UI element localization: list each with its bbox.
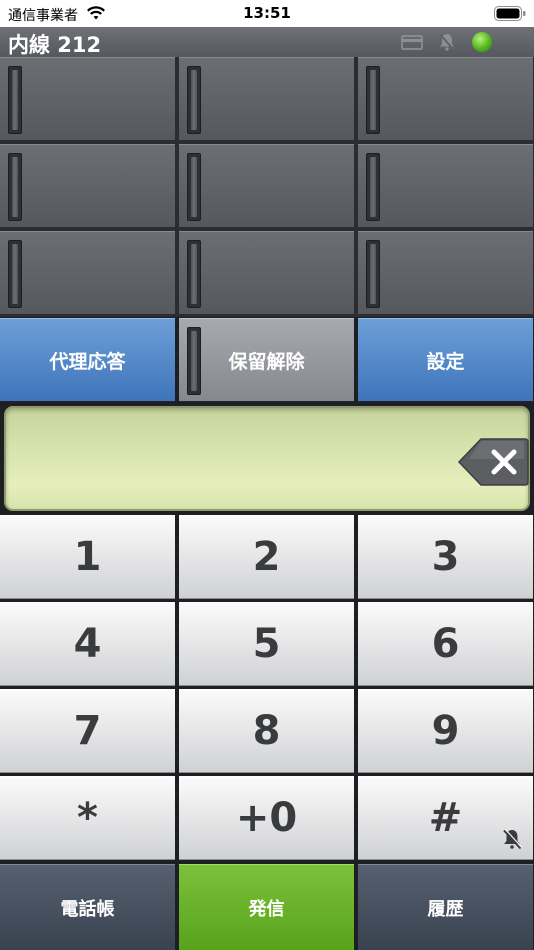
line-key-4[interactable] [0, 144, 175, 228]
key-6[interactable]: 6 [358, 602, 533, 686]
line-lamp [187, 66, 201, 134]
key-0[interactable]: +0 [179, 776, 354, 860]
key-2[interactable]: 2 [179, 515, 354, 599]
key-hash-label: # [428, 795, 463, 841]
line-lamp [366, 240, 380, 308]
history-button[interactable]: 履歴 [358, 864, 533, 950]
key-5[interactable]: 5 [179, 602, 354, 686]
line-key-5[interactable] [179, 144, 354, 228]
extension-title: 内線 212 [8, 33, 102, 57]
line-lamp [8, 240, 22, 308]
key-9[interactable]: 9 [358, 689, 533, 773]
line-key-grid [0, 57, 534, 317]
hold-release-label: 保留解除 [228, 350, 305, 373]
line-key-1[interactable] [0, 57, 175, 141]
bell-off-icon [439, 33, 455, 51]
line-lamp [8, 66, 22, 134]
settings-label: 設定 [426, 350, 465, 373]
line-key-3[interactable] [358, 57, 533, 141]
pickup-label: 代理応答 [49, 350, 126, 373]
line-lamp [187, 240, 201, 308]
line-lamp [366, 66, 380, 134]
settings-button[interactable]: 設定 [358, 318, 533, 402]
key-1[interactable]: 1 [0, 515, 175, 599]
hold-release-button[interactable]: 保留解除 [179, 318, 354, 402]
line-key-9[interactable] [358, 231, 533, 315]
phonebook-button[interactable]: 電話帳 [0, 864, 175, 950]
card-icon [401, 35, 423, 50]
key-4[interactable]: 4 [0, 602, 175, 686]
hold-lamp [187, 327, 201, 395]
status-bar: 通信事業者 13:51 [0, 0, 534, 27]
backspace-icon[interactable] [457, 437, 529, 487]
phonebook-label: 電話帳 [60, 898, 115, 920]
key-star[interactable]: * [0, 776, 175, 860]
pickup-button[interactable]: 代理応答 [0, 318, 175, 402]
line-key-8[interactable] [179, 231, 354, 315]
key-3[interactable]: 3 [358, 515, 533, 599]
call-button[interactable]: 発信 [179, 864, 354, 950]
clock: 13:51 [243, 4, 291, 22]
call-label: 発信 [248, 898, 285, 920]
line-key-7[interactable] [0, 231, 175, 315]
battery-icon [494, 6, 526, 21]
status-led-icon [472, 32, 492, 52]
line-key-2[interactable] [179, 57, 354, 141]
bell-off-icon [503, 829, 523, 850]
line-lamp [187, 153, 201, 221]
key-8[interactable]: 8 [179, 689, 354, 773]
key-hash[interactable]: # [358, 776, 533, 860]
dial-display [4, 406, 530, 511]
line-lamp [8, 153, 22, 221]
line-key-6[interactable] [358, 144, 533, 228]
title-bar: 内線 212 [0, 27, 534, 57]
history-label: 履歴 [427, 898, 464, 920]
key-7[interactable]: 7 [0, 689, 175, 773]
line-lamp [366, 153, 380, 221]
